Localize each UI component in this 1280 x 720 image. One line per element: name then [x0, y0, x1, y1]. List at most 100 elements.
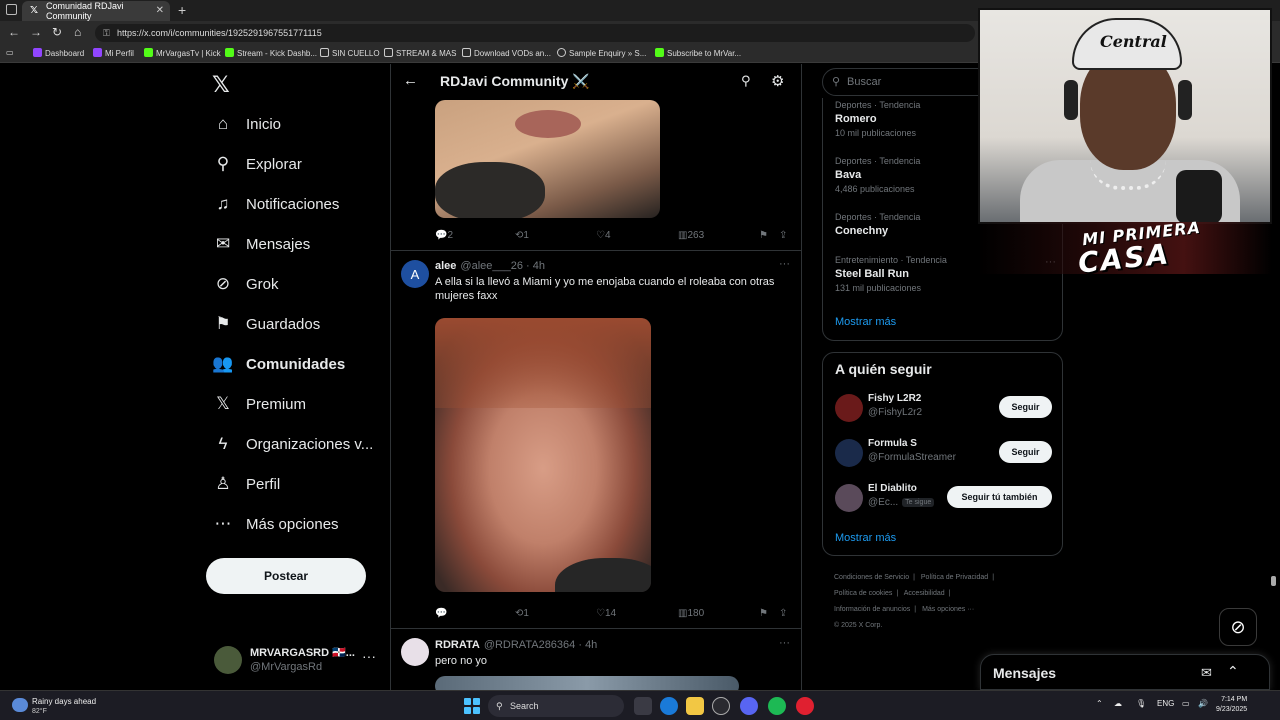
- opera-icon[interactable]: [796, 697, 814, 715]
- cookies-link[interactable]: Política de cookies: [834, 590, 892, 597]
- post-button[interactable]: Postear: [206, 558, 366, 594]
- chevron-up-icon[interactable]: ⌃: [1227, 663, 1239, 680]
- chevron-up-icon[interactable]: ⌃: [1096, 699, 1103, 708]
- settings-icon[interactable]: [712, 697, 730, 715]
- bookmark-mi-perfil[interactable]: Mi Perfil: [93, 48, 134, 58]
- language-indicator[interactable]: ENG: [1157, 699, 1174, 708]
- network-icon[interactable]: ▭: [1182, 699, 1190, 708]
- bookmark-stream-mas[interactable]: STREAM & MAS: [384, 48, 456, 58]
- close-tab-icon[interactable]: ✕: [156, 5, 164, 16]
- follow-back-button[interactable]: Seguir tú también: [947, 486, 1052, 508]
- tweet-media-image[interactable]: [435, 676, 739, 690]
- bookmark-kick-dashboard[interactable]: Stream - Kick Dashb...: [225, 48, 317, 58]
- envelope-icon: ✉: [215, 234, 231, 253]
- like-button[interactable]: ♡ 14: [596, 608, 616, 619]
- bookmark-icon[interactable]: ⚑: [759, 230, 768, 241]
- follow-suggestion[interactable]: El Diablito @Ec... Te sigue Seguir tú tam…: [835, 481, 1055, 515]
- nav-messages[interactable]: ✉ Mensajes: [212, 229, 310, 259]
- retweet-button[interactable]: ⟲ 1: [515, 230, 529, 241]
- nav-notifications[interactable]: ♫ Notificaciones: [212, 189, 340, 219]
- show-more-follow-link[interactable]: Mostrar más: [835, 532, 896, 544]
- share-icon[interactable]: ⇪: [779, 230, 787, 241]
- bookmarks-menu-icon[interactable]: ▭: [6, 48, 14, 57]
- tweet-author[interactable]: alee @alee___26 · 4h: [435, 260, 545, 272]
- more-options-link[interactable]: Más opciones ···: [922, 606, 974, 613]
- retweet-button[interactable]: ⟲ 1: [515, 608, 529, 619]
- volume-icon[interactable]: 🔊: [1198, 699, 1208, 708]
- back-arrow-icon[interactable]: ←: [8, 25, 20, 39]
- tweet-media-image[interactable]: [435, 100, 660, 218]
- nav-profile[interactable]: ♙ Perfil: [212, 469, 280, 499]
- follow-button[interactable]: Seguir: [999, 441, 1052, 463]
- home-icon[interactable]: ⌂: [74, 25, 81, 39]
- window-menu-icon[interactable]: [6, 4, 17, 15]
- more-dots-icon[interactable]: ···: [779, 258, 790, 270]
- edge-icon[interactable]: [660, 697, 678, 715]
- nav-verified-orgs[interactable]: ϟ Organizaciones v...: [212, 429, 374, 459]
- bookmark-download-vods[interactable]: Download VODs an...: [462, 48, 551, 58]
- avatar: [214, 646, 242, 674]
- accessibility-link[interactable]: Accesibilidad: [904, 590, 945, 597]
- cloud-icon[interactable]: ☁: [1114, 699, 1122, 708]
- more-dots-icon[interactable]: ···: [779, 637, 790, 649]
- bookmark-subscribe[interactable]: Subscribe to MrVar...: [655, 48, 741, 58]
- bookmark-icon[interactable]: ⚑: [759, 608, 768, 619]
- bookmark-kick[interactable]: MrVargasTv | Kick: [144, 48, 221, 58]
- scrollbar-thumb[interactable]: [1271, 576, 1276, 586]
- reply-button[interactable]: 💬: [435, 608, 447, 619]
- x-logo-icon[interactable]: 𝕏: [212, 72, 230, 98]
- terms-link[interactable]: Condiciones de Servicio: [834, 574, 909, 581]
- account-switcher[interactable]: MRVARGASRD 🇩🇴... @MrVargasRd ···: [214, 642, 384, 682]
- bookmark-dashboard[interactable]: Dashboard: [33, 48, 84, 58]
- new-message-icon[interactable]: ✉: [1201, 665, 1212, 681]
- nav-more[interactable]: ⋯ Más opciones: [212, 509, 339, 539]
- discord-icon[interactable]: [740, 697, 758, 715]
- nav-bookmarks[interactable]: ⚑ Guardados: [212, 309, 320, 339]
- x-favicon-icon: 𝕏: [30, 5, 39, 16]
- show-more-trends-link[interactable]: Mostrar más: [835, 316, 896, 328]
- avatar[interactable]: A: [401, 260, 429, 288]
- bookmark-sample-enquiry[interactable]: Sample Enquiry » S...: [557, 48, 646, 58]
- nav-explore[interactable]: ⚲ Explorar: [212, 149, 302, 179]
- task-view-icon[interactable]: [634, 697, 652, 715]
- url-field[interactable]: ⚿ https://x.com/i/communities/1925291967…: [95, 24, 975, 42]
- gear-icon[interactable]: ⚙: [771, 72, 784, 90]
- community-header: ← RDJavi Community ⚔️ ⚲ ⚙: [391, 64, 801, 100]
- reply-button[interactable]: 💬 2: [435, 230, 453, 241]
- communities-icon: 👥: [212, 354, 234, 373]
- avatar[interactable]: [401, 638, 429, 666]
- follow-button[interactable]: Seguir: [999, 396, 1052, 418]
- spotify-icon[interactable]: [768, 697, 786, 715]
- views-button[interactable]: ▥ 180: [678, 608, 704, 619]
- ads-info-link[interactable]: Información de anuncios: [834, 606, 910, 613]
- back-arrow-icon[interactable]: ←: [403, 72, 418, 89]
- nav-home[interactable]: ⌂ Inicio: [212, 109, 281, 139]
- follow-suggestion[interactable]: Fishy L2R2 @FishyL2r2 Seguir: [835, 391, 1055, 425]
- nav-grok[interactable]: ⊘ Grok: [212, 269, 279, 299]
- views-button[interactable]: ▥ 263: [678, 230, 704, 241]
- grok-floating-button[interactable]: ⊘: [1219, 608, 1257, 646]
- search-icon[interactable]: ⚲: [741, 73, 751, 89]
- tweet-author[interactable]: RDRATA @RDRATA286364 · 4h: [435, 639, 597, 651]
- file-explorer-icon[interactable]: [686, 697, 704, 715]
- nav-premium[interactable]: 𝕏 Premium: [212, 389, 306, 419]
- microphone-icon[interactable]: 🎙: [1136, 699, 1146, 708]
- forward-arrow-icon[interactable]: →: [30, 25, 42, 39]
- share-icon[interactable]: ⇪: [779, 608, 787, 619]
- bookmark-sin-cuello[interactable]: SIN CUELLO: [320, 48, 380, 58]
- start-button-icon[interactable]: [464, 698, 480, 714]
- taskbar-search[interactable]: ⚲ Search: [488, 695, 624, 717]
- browser-tab-active[interactable]: 𝕏 Comunidad RDJavi Community ✕: [22, 1, 170, 21]
- weather-temp: 82°F: [32, 708, 47, 715]
- like-button[interactable]: ♡ 4: [596, 230, 611, 241]
- nav-communities[interactable]: 👥 Comunidades: [212, 349, 345, 379]
- tweet-media-image[interactable]: [435, 318, 651, 592]
- site-info-icon[interactable]: ⚿: [103, 24, 110, 42]
- reload-icon[interactable]: ↻: [52, 25, 62, 39]
- privacy-link[interactable]: Política de Privacidad: [921, 574, 988, 581]
- follow-suggestion[interactable]: Formula S @FormulaStreamer Seguir: [835, 436, 1055, 470]
- new-tab-icon[interactable]: +: [178, 2, 186, 18]
- messages-drawer[interactable]: Mensajes ✉ ⌃: [980, 654, 1270, 690]
- avatar: [835, 484, 863, 512]
- system-clock[interactable]: 7:14 PM 9/23/2025: [1216, 695, 1247, 715]
